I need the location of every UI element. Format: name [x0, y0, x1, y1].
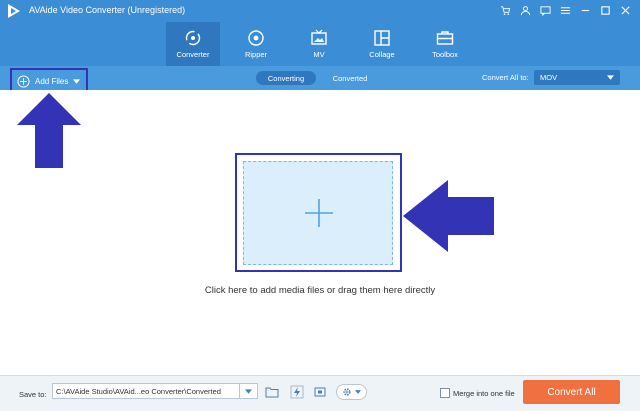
drop-hint-text: Click here to add media files or drag th…: [204, 285, 436, 296]
converter-icon: [185, 30, 201, 46]
save-path-field[interactable]: C:\AVAide Studio\AVAid...eo Converter\Co…: [52, 383, 258, 399]
settings-button[interactable]: [336, 384, 367, 400]
chevron-down-icon: [607, 75, 614, 80]
tab-label: Ripper: [244, 50, 268, 59]
merge-label: Merge into one file: [453, 389, 515, 398]
folder-icon: [265, 387, 279, 398]
add-plus-icon: [305, 199, 333, 227]
convert-all-button[interactable]: Convert All: [523, 380, 620, 404]
hardware-acceleration-button[interactable]: [288, 384, 306, 400]
collage-icon: [374, 30, 390, 46]
tab-converted[interactable]: Converted: [326, 71, 374, 85]
window-title: AVAide Video Converter (Unregistered): [29, 5, 186, 15]
tab-toolbox[interactable]: Toolbox: [418, 22, 472, 66]
app-logo-icon: [8, 4, 20, 18]
save-path-dropdown[interactable]: [239, 384, 257, 398]
annotation-arrow-left: [403, 180, 494, 252]
user-icon[interactable]: [518, 3, 532, 17]
toolbox-icon: [436, 31, 454, 45]
output-format-select[interactable]: MOV: [534, 70, 620, 85]
annotation-arrow-up: [17, 93, 81, 168]
tab-collage[interactable]: Collage: [355, 22, 409, 66]
title-bar: AVAide Video Converter (Unregistered) Co…: [0, 0, 640, 66]
save-path-value: C:\AVAide Studio\AVAid...eo Converter\Co…: [56, 386, 221, 396]
gear-icon: [343, 388, 351, 396]
gpu-icon: [314, 387, 326, 397]
minimize-icon[interactable]: [578, 3, 592, 17]
tab-mv[interactable]: MV: [292, 22, 346, 66]
add-files-label: Add Files: [35, 76, 69, 86]
maximize-icon[interactable]: [598, 3, 612, 17]
tab-label: Converter: [176, 50, 210, 59]
merge-checkbox[interactable]: [440, 388, 450, 398]
chevron-down-icon: [245, 388, 252, 394]
close-icon[interactable]: [618, 3, 632, 17]
lightning-icon: [290, 385, 304, 399]
convert-all-to-label: Convert All to:: [482, 73, 529, 82]
tab-label: Collage: [369, 50, 395, 59]
add-media-drop-zone[interactable]: [243, 161, 393, 265]
mv-icon: [311, 29, 327, 45]
output-format-value: MOV: [540, 73, 558, 82]
app-window: AVAide Video Converter (Unregistered) Co…: [0, 0, 640, 411]
tab-label: Toolbox: [432, 50, 458, 59]
save-to-label: Save to:: [19, 390, 47, 399]
cart-icon[interactable]: [498, 3, 512, 17]
menu-icon[interactable]: [558, 3, 572, 17]
tab-converting[interactable]: Converting: [256, 71, 316, 85]
gpu-acceleration-button[interactable]: [311, 384, 329, 400]
feedback-icon[interactable]: [538, 3, 552, 17]
open-folder-button[interactable]: [263, 384, 281, 400]
add-circle-icon: [17, 74, 30, 88]
window-controls: [498, 3, 632, 17]
tab-ripper[interactable]: Ripper: [229, 22, 283, 66]
tab-converter[interactable]: Converter: [166, 22, 220, 66]
ripper-icon: [248, 30, 264, 46]
chevron-down-icon: [355, 390, 361, 394]
chevron-down-icon[interactable]: [73, 78, 81, 84]
main-nav: Converter Ripper MV Collage Toolbox: [0, 22, 640, 66]
tab-label: MV: [313, 50, 325, 59]
